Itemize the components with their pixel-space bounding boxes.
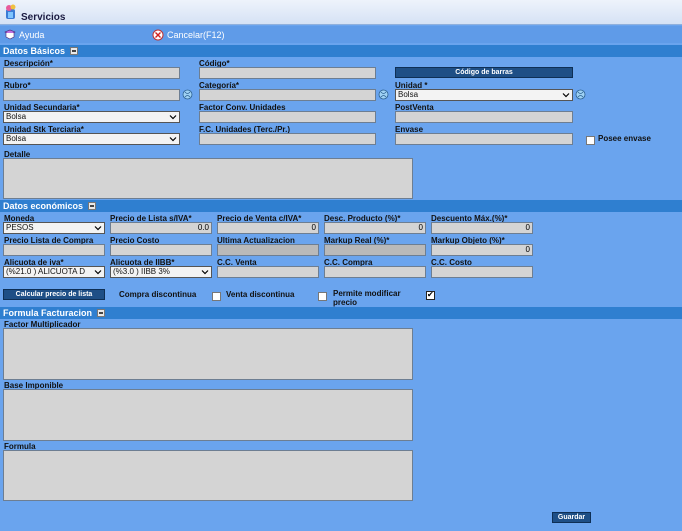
help-icon xyxy=(4,29,16,40)
title-bar: Servicios xyxy=(0,0,682,25)
factor-conv-input[interactable] xyxy=(199,111,376,123)
section-basic-title: Datos Básicos xyxy=(3,46,66,56)
factor-multiplicador-textarea[interactable] xyxy=(3,328,413,380)
cancel-icon xyxy=(152,29,164,40)
alicuota-iva-select[interactable]: (%21.0 ) ALICUOTA D xyxy=(3,266,105,278)
detalle-textarea[interactable] xyxy=(3,158,413,199)
codigo-input[interactable] xyxy=(199,67,376,79)
ultima-actualizacion-input xyxy=(217,244,319,256)
toolbar: Ayuda Cancelar(F12) xyxy=(0,26,682,43)
section-economic-header: Datos económicos xyxy=(0,200,682,212)
formula-textarea[interactable] xyxy=(3,450,413,501)
collapse-billing-icon[interactable] xyxy=(96,309,105,317)
fc-unidades-input[interactable] xyxy=(199,133,376,145)
postventa-input[interactable] xyxy=(395,111,573,123)
descripcion-input[interactable] xyxy=(3,67,180,79)
markup-real-input xyxy=(324,244,426,256)
help-button[interactable]: Ayuda xyxy=(4,28,44,41)
collapse-economic-icon[interactable] xyxy=(87,202,96,210)
unidad-select[interactable]: Bolsa xyxy=(395,89,573,101)
barcode-button[interactable]: Código de barras xyxy=(395,67,573,78)
page-title: Servicios xyxy=(21,12,66,23)
chevron-down-icon xyxy=(201,270,209,275)
compra-discontinua-label: Compra discontinua xyxy=(119,290,197,299)
app-icon xyxy=(6,4,16,19)
chevron-down-icon xyxy=(169,115,177,120)
rubro-input[interactable] xyxy=(3,89,180,101)
markup-objeto-input[interactable]: 0 xyxy=(431,244,533,256)
compra-discontinua-checkbox[interactable] xyxy=(212,292,221,301)
chevron-down-icon xyxy=(94,270,102,275)
calc-precio-lista-button[interactable]: Calcular precio de lista xyxy=(3,289,105,300)
unidad-lookup-icon[interactable] xyxy=(575,89,586,100)
cc-compra-input[interactable] xyxy=(324,266,426,278)
desc-producto-input[interactable]: 0 xyxy=(324,222,426,234)
cancel-button[interactable]: Cancelar(F12) xyxy=(152,28,225,41)
cc-venta-input[interactable] xyxy=(217,266,319,278)
moneda-select[interactable]: PESOS xyxy=(3,222,105,234)
precio-lista-compra-input[interactable] xyxy=(3,244,105,256)
posee-envase-checkbox[interactable] xyxy=(586,136,595,145)
section-billing-title: Formula Facturacion xyxy=(3,308,93,318)
cc-costo-input[interactable] xyxy=(431,266,533,278)
precio-lista-input[interactable]: 0.0 xyxy=(110,222,212,234)
unidad-stk-value: Bolsa xyxy=(6,134,27,143)
categoria-lookup-icon[interactable] xyxy=(378,89,389,100)
help-label: Ayuda xyxy=(19,29,45,40)
venta-discontinua-checkbox[interactable] xyxy=(318,292,327,301)
alicuota-iibb-value: (%3.0 ) IIBB 3% xyxy=(113,267,170,276)
moneda-value: PESOS xyxy=(6,223,34,232)
venta-discontinua-label: Venta discontinua xyxy=(226,290,295,299)
permite-modificar-checkbox[interactable] xyxy=(426,290,435,300)
collapse-basic-icon[interactable] xyxy=(69,47,78,55)
envase-input[interactable] xyxy=(395,133,573,145)
posee-envase-label: Posee envase xyxy=(598,134,651,143)
precio-venta-input[interactable]: 0 xyxy=(217,222,319,234)
unidad-secundaria-value: Bolsa xyxy=(6,112,27,121)
unidad-secundaria-select[interactable]: Bolsa xyxy=(3,111,180,123)
base-imponible-textarea[interactable] xyxy=(3,389,413,441)
categoria-input[interactable] xyxy=(199,89,376,101)
permite-modificar-label: Permite modificar precio xyxy=(333,289,401,307)
alicuota-iva-value: (%21.0 ) ALICUOTA D xyxy=(6,267,85,276)
precio-costo-input[interactable] xyxy=(110,244,212,256)
rubro-lookup-icon[interactable] xyxy=(182,89,193,100)
alicuota-iibb-select[interactable]: (%3.0 ) IIBB 3% xyxy=(110,266,212,278)
unidad-stk-select[interactable]: Bolsa xyxy=(3,133,180,145)
cancel-label: Cancelar(F12) xyxy=(167,29,225,40)
chevron-down-icon xyxy=(94,226,102,231)
section-basic-header: Datos Básicos xyxy=(0,45,682,57)
section-billing-header: Formula Facturacion xyxy=(0,307,682,319)
descuento-max-input[interactable]: 0 xyxy=(431,222,533,234)
chevron-down-icon xyxy=(169,137,177,142)
unidad-value: Bolsa xyxy=(398,90,419,99)
save-button[interactable]: Guardar xyxy=(552,512,591,523)
section-economic-title: Datos económicos xyxy=(3,201,84,211)
chevron-down-icon xyxy=(562,93,570,98)
